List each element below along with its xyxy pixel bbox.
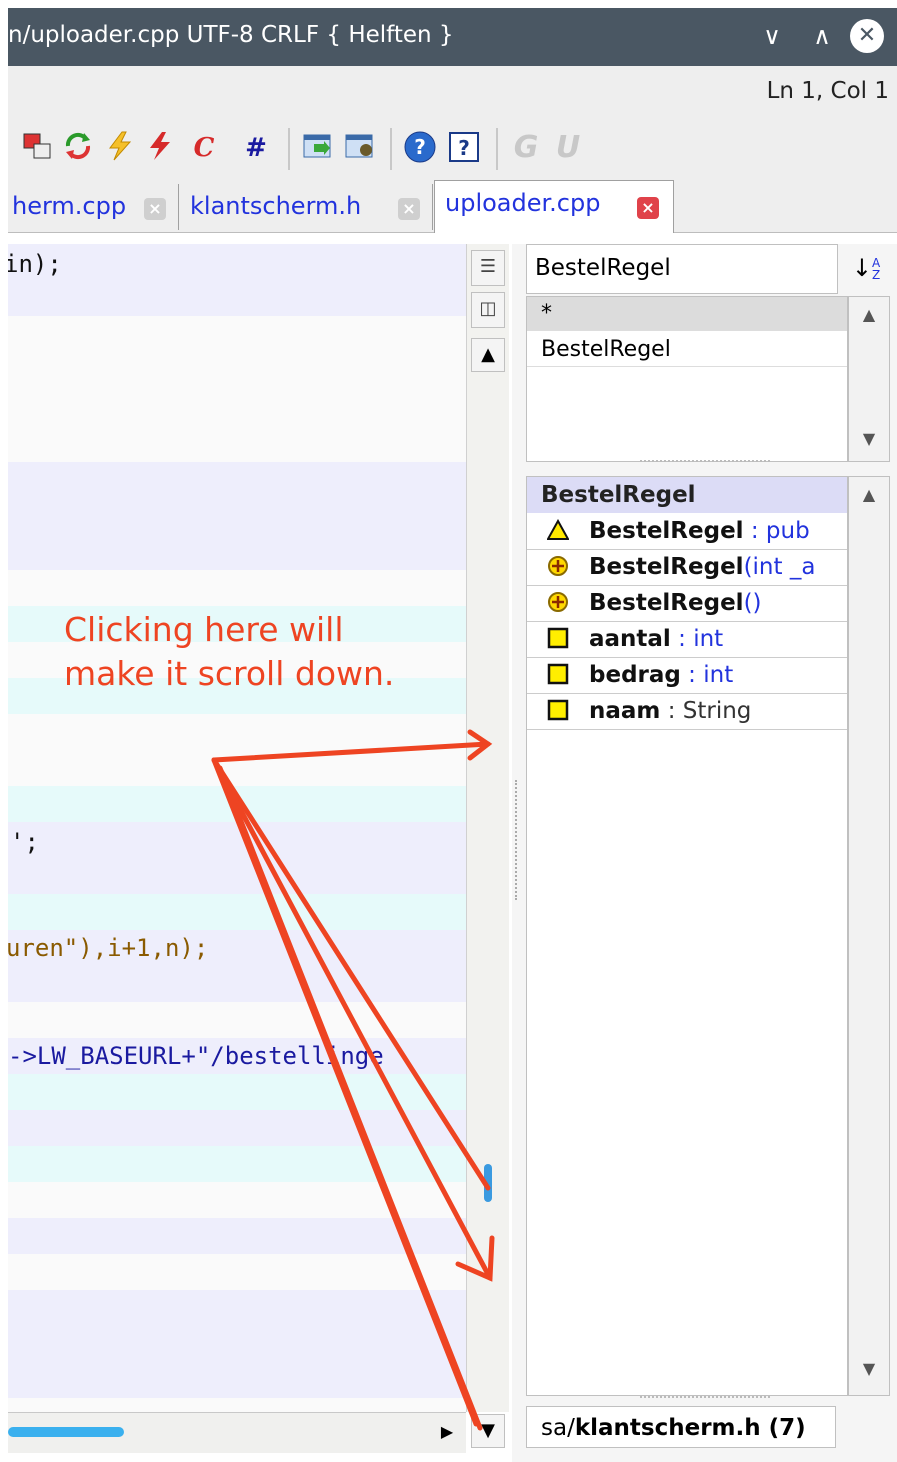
arrow-line	[211, 757, 493, 1281]
arrow-line	[211, 741, 491, 763]
arrow-line	[211, 757, 491, 1191]
arrow-line	[217, 765, 483, 1431]
annotation-arrows	[211, 729, 495, 1431]
